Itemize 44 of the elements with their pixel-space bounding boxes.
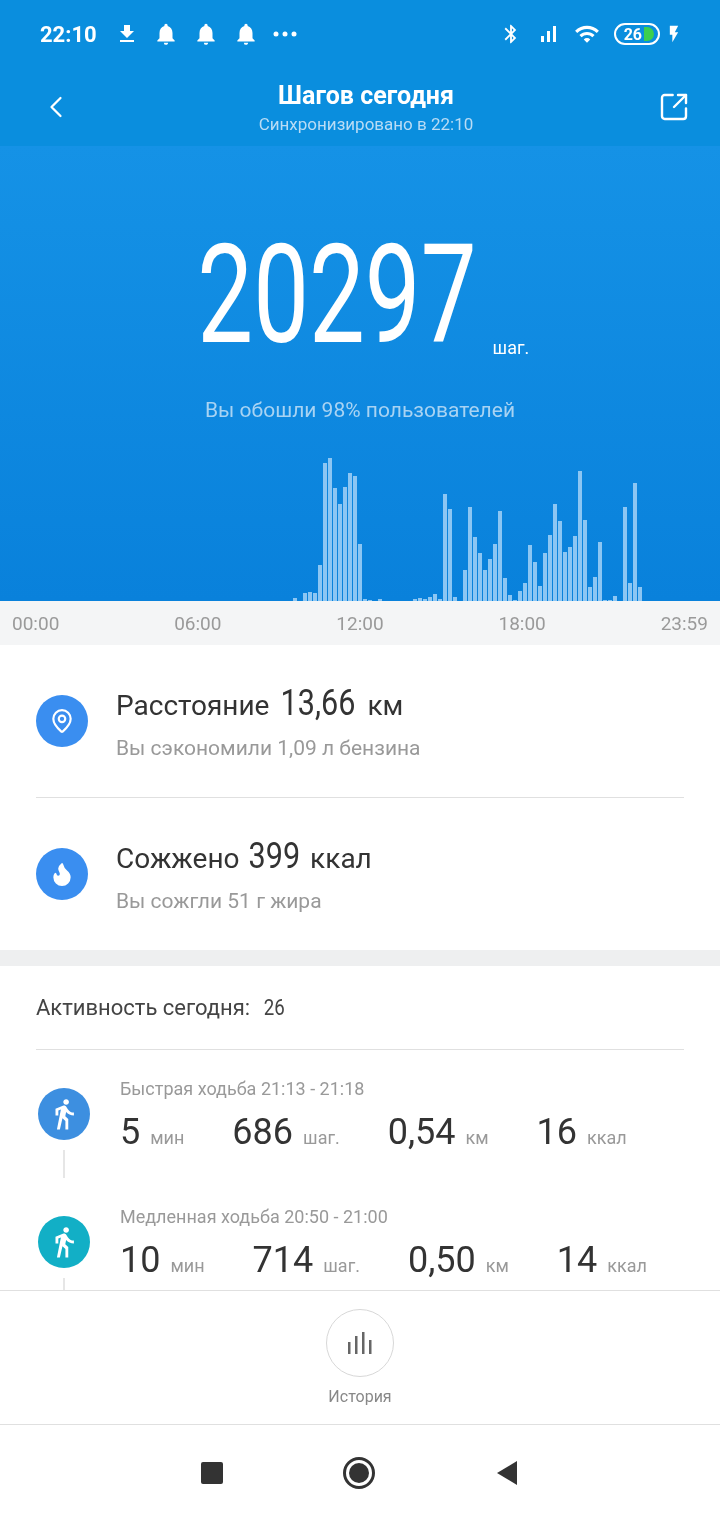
stat-value: 714: [252, 1239, 314, 1281]
time-axis-label: 18:00: [498, 611, 546, 635]
time-axis-label: 23:59: [660, 611, 708, 635]
stat-value: 14: [556, 1239, 598, 1281]
history-label: История: [328, 1387, 392, 1406]
stat-unit: шаг.: [323, 1255, 360, 1276]
summary-value: Расстояние 13,66 км: [116, 682, 405, 724]
stat-unit: мин: [150, 1127, 185, 1148]
activity-label: Активность сегодня:: [36, 995, 251, 1020]
page-title: Шагов сегодня: [278, 80, 454, 110]
battery-indicator: 26: [613, 23, 660, 45]
stat-unit: ккал: [607, 1255, 647, 1276]
home-button[interactable]: [343, 1456, 375, 1489]
status-time: 22:10: [40, 21, 97, 47]
step-count: 20297: [197, 226, 477, 364]
step-unit: шаг.: [492, 337, 530, 358]
stat-unit: мин: [170, 1255, 205, 1276]
activity-count: 26: [264, 995, 286, 1020]
stat-unit: ккал: [587, 1127, 627, 1148]
stat-value: 686: [232, 1111, 294, 1153]
sync-status: Синхронизировано в 22:10: [258, 113, 474, 134]
location-pin-icon: [49, 708, 75, 734]
activity-title: Медленная ходьба 20:50 - 21:00: [120, 1206, 389, 1227]
time-axis-label: 12:00: [336, 611, 384, 635]
summary-note: Вы сэкономили 1,09 л бензина: [116, 736, 421, 760]
share-icon[interactable]: [658, 91, 690, 123]
recents-button[interactable]: [201, 1461, 223, 1484]
stat-value: 16: [536, 1111, 578, 1153]
bar-chart-icon: [345, 1330, 375, 1356]
stat-unit: км: [465, 1127, 489, 1148]
stat-value: 0,54: [387, 1111, 456, 1153]
stat-unit: км: [485, 1255, 509, 1276]
stat-value: 0,50: [407, 1239, 476, 1281]
stat-value: 10: [120, 1239, 161, 1281]
time-axis-label: 00:00: [12, 611, 60, 635]
stat-unit: шаг.: [303, 1127, 340, 1148]
comparison-text: Вы обошли 98% пользователей: [205, 398, 515, 422]
stat-value: 5: [120, 1111, 141, 1153]
more-icon: [272, 31, 297, 37]
summary-value: Сожжено 399 ккал: [116, 834, 372, 877]
back-button[interactable]: [495, 1458, 519, 1487]
activity-title: Быстрая ходьба 21:13 - 21:18: [120, 1078, 366, 1099]
time-axis-label: 06:00: [174, 611, 222, 635]
summary-note: Вы сожгли 51 г жира: [116, 888, 323, 913]
